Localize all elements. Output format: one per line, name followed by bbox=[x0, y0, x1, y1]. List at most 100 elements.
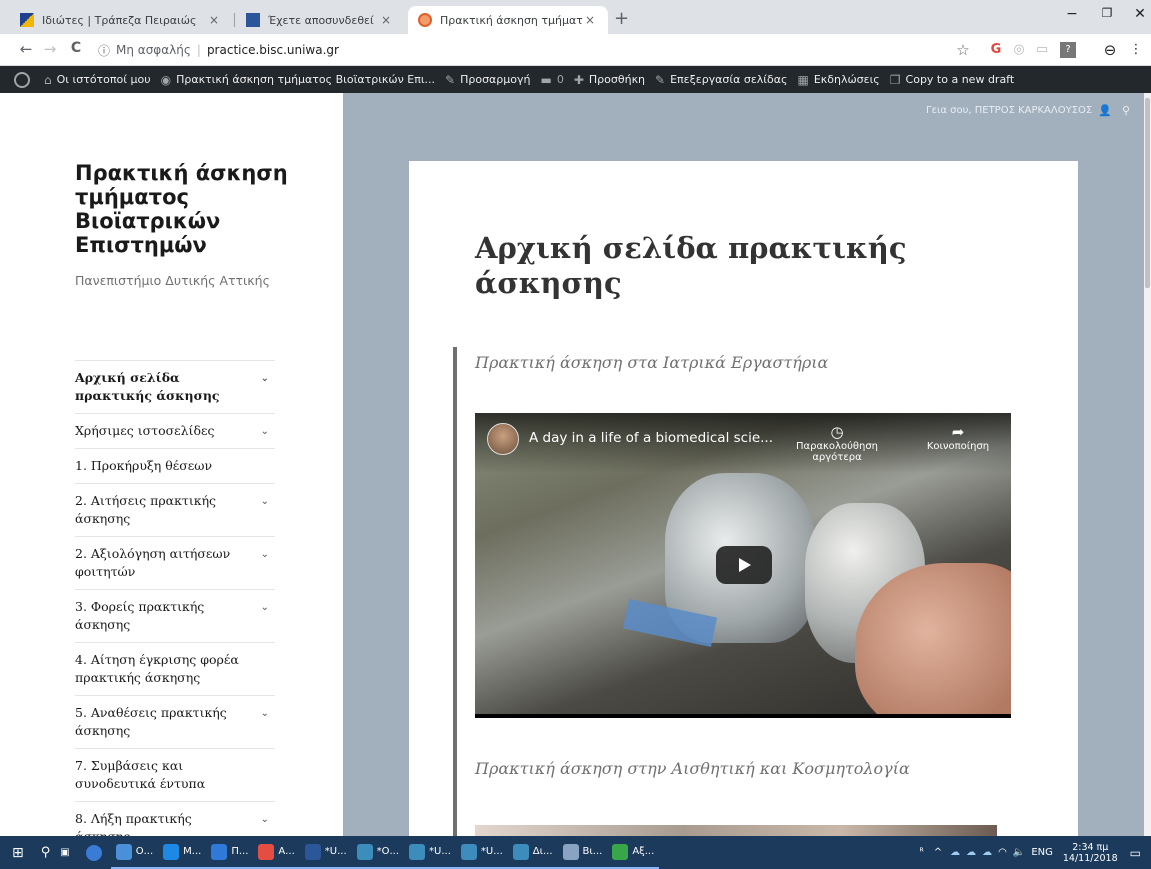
cloud-icon[interactable]: ☁ bbox=[950, 847, 960, 858]
video-title[interactable]: A day in a life of a biomedical scie... bbox=[529, 430, 773, 446]
taskbar-pinned-app[interactable] bbox=[81, 836, 111, 869]
chevron-up-icon[interactable]: ^ bbox=[934, 847, 942, 858]
tab-close-icon[interactable]: × bbox=[378, 13, 394, 27]
minimize-icon[interactable]: − bbox=[1062, 6, 1082, 22]
copy-draft-menu[interactable]: ❐ Copy to a new draft bbox=[890, 73, 1014, 87]
comments-menu[interactable]: ▬ 0 bbox=[541, 73, 564, 87]
extension-icon[interactable]: ◎ bbox=[1011, 42, 1027, 58]
watch-later-button[interactable]: ◷ Παρακολούθηση αργότερα bbox=[787, 423, 887, 463]
taskbar-app-label: Δι... bbox=[532, 846, 553, 857]
sidebar-menu-item[interactable]: 2. Αξιολόγηση αιτήσεων φοιτητών ⌄ bbox=[75, 537, 275, 590]
youtube-video-player[interactable]: A day in a life of a biomedical scie... … bbox=[475, 413, 1011, 718]
wp-logo-button[interactable] bbox=[10, 71, 30, 88]
chevron-down-icon[interactable]: ⌄ bbox=[261, 546, 269, 564]
tab-close-icon[interactable]: × bbox=[206, 13, 222, 27]
taskbar-app-button[interactable]: *Ο... bbox=[351, 836, 405, 869]
info-icon[interactable]: ⓘ bbox=[98, 42, 110, 59]
tab-logged-out[interactable]: Έχετε αποσυνδεθεί × bbox=[236, 6, 404, 34]
play-button[interactable] bbox=[716, 546, 772, 584]
back-arrow-icon[interactable]: ← bbox=[16, 40, 36, 58]
new-content-menu[interactable]: ✚ Προσθήκη bbox=[574, 73, 645, 87]
extension-icon[interactable]: G bbox=[988, 42, 1004, 58]
cloud-icon[interactable]: ☁ bbox=[966, 847, 976, 858]
sidebar-menu-label: 3. Φορείς πρακτικής άσκησης bbox=[75, 599, 205, 632]
my-sites-menu[interactable]: ⌂ Οι ιστότοποί μου bbox=[44, 73, 151, 87]
language-indicator[interactable]: ENG bbox=[1031, 847, 1053, 858]
tab-close-icon[interactable]: × bbox=[582, 13, 598, 27]
new-tab-button[interactable]: + bbox=[614, 10, 629, 28]
page-viewport: Γεια σου, ΠΕΤΡΟΣ ΚΑΡΚΑΛΟΥΣΟΣ 👤 ⚲ Πρακτικ… bbox=[0, 93, 1144, 836]
sidebar-menu-item[interactable]: Χρήσιμες ιστοσελίδες ⌄ bbox=[75, 414, 275, 449]
app-icon bbox=[258, 843, 275, 860]
taskbar-app-button[interactable]: Π... bbox=[206, 836, 254, 869]
extension-icon[interactable]: ▭ bbox=[1034, 42, 1050, 58]
sidebar-menu-item[interactable]: 8. Λήξη πρακτικής άσκησης ⌄ bbox=[75, 802, 275, 836]
site-menu[interactable]: ◉ Πρακτική άσκηση τμήματος Βιοϊατρικών Επ… bbox=[161, 73, 435, 87]
chevron-down-icon[interactable]: ⌄ bbox=[261, 493, 269, 511]
task-view-button[interactable]: ▣ bbox=[55, 836, 74, 869]
page-scrollbar[interactable] bbox=[1144, 93, 1151, 836]
people-icon[interactable]: ᴿ bbox=[919, 847, 923, 858]
sidebar-menu-label: 7. Συμβάσεις και συνοδευτικά έντυπα bbox=[75, 758, 206, 791]
chevron-down-icon[interactable]: ⌄ bbox=[261, 811, 269, 829]
taskbar-app-label: *U... bbox=[480, 846, 503, 857]
sidebar-menu-item[interactable]: 7. Συμβάσεις και συνοδευτικά έντυπα bbox=[75, 749, 275, 802]
sidebar-menu-item[interactable]: 2. Αιτήσεις πρακτικής άσκησης ⌄ bbox=[75, 484, 275, 537]
volume-icon[interactable]: 🔈 bbox=[1013, 847, 1025, 858]
sidebar-menu-item[interactable]: 1. Προκήρυξη θέσεων bbox=[75, 449, 275, 484]
taskbar-app-button[interactable]: Αξ... bbox=[607, 836, 660, 869]
sidebar-menu-item[interactable]: 3. Φορείς πρακτικής άσκησης ⌄ bbox=[75, 590, 275, 643]
customize-menu[interactable]: ✎ Προσαρμογή bbox=[445, 73, 530, 87]
notifications-icon[interactable]: ▭ bbox=[1130, 846, 1141, 860]
sidebar-menu-item[interactable]: Αρχική σελίδα πρακτικής άσκησης ⌄ bbox=[75, 361, 275, 414]
window-close-icon[interactable]: ✕ bbox=[1130, 6, 1150, 22]
channel-avatar[interactable] bbox=[487, 423, 519, 455]
user-greeting[interactable]: Γεια σου, ΠΕΤΡΟΣ ΚΑΡΚΑΛΟΥΣΟΣ 👤 ⚲ bbox=[926, 104, 1130, 117]
search-icon[interactable]: ⚲ bbox=[1122, 104, 1130, 117]
chevron-down-icon[interactable]: ⌄ bbox=[261, 705, 269, 723]
edit-page-menu[interactable]: ✎ Επεξεργασία σελίδας bbox=[655, 73, 787, 87]
sidebar-menu-item[interactable]: 5. Αναθέσεις πρακτικής άσκησης ⌄ bbox=[75, 696, 275, 749]
chevron-down-icon[interactable]: ⌄ bbox=[261, 370, 269, 388]
search-button[interactable]: ⚲ bbox=[36, 836, 56, 869]
taskbar-app-button[interactable]: Μ... bbox=[158, 836, 207, 869]
taskbar-app-button[interactable]: Ο... bbox=[110, 836, 159, 869]
taskbar-app-button[interactable]: *U... bbox=[299, 836, 352, 869]
omnibox-separator: | bbox=[196, 43, 201, 57]
play-icon bbox=[739, 558, 751, 572]
taskbar-app-button[interactable]: *U... bbox=[455, 836, 508, 869]
clock[interactable]: 2:34 πμ 14/11/2018 bbox=[1063, 842, 1118, 864]
site-title[interactable]: Πρακτική άσκηση τμήματος Βιοϊατρικών Επι… bbox=[75, 161, 295, 257]
site-favicon-icon bbox=[246, 13, 260, 27]
sidebar-menu: Αρχική σελίδα πρακτικής άσκησης ⌄ Χρήσιμες… bbox=[75, 360, 275, 836]
second-video-player[interactable] bbox=[475, 825, 997, 836]
maximize-icon[interactable]: ❐ bbox=[1097, 6, 1117, 20]
taskbar-app-button[interactable]: Δι... bbox=[507, 836, 558, 869]
cloud-icon[interactable]: ☁ bbox=[982, 847, 992, 858]
chrome-menu-icon[interactable]: ⋮ bbox=[1128, 42, 1144, 58]
chevron-down-icon[interactable]: ⌄ bbox=[261, 423, 269, 441]
start-button[interactable]: ⊞ bbox=[0, 836, 36, 869]
app-icon bbox=[409, 843, 426, 860]
taskbar-app-button[interactable]: Βι... bbox=[557, 836, 608, 869]
events-menu[interactable]: ▦ Εκδηλώσεις bbox=[797, 73, 879, 87]
tab-piraeus-bank[interactable]: Ιδιώτες | Τράπεζα Πειραιώς × bbox=[10, 6, 232, 34]
tab-practice-active[interactable]: Πρακτική άσκηση τμήματος Βιο × bbox=[408, 6, 608, 34]
chevron-down-icon[interactable]: ⌄ bbox=[261, 599, 269, 617]
reload-icon[interactable]: C bbox=[66, 40, 86, 56]
share-button[interactable]: ➦ Κοινοποίηση bbox=[908, 423, 1008, 452]
taskbar-app-label: Αξ... bbox=[632, 846, 655, 857]
wifi-icon[interactable]: ◠ bbox=[998, 847, 1007, 858]
sidebar-menu-item[interactable]: 4. Αίτηση έγκρισης φορέα πρακτικής άσκησ… bbox=[75, 643, 275, 696]
scrollbar-thumb[interactable] bbox=[1145, 98, 1150, 288]
extension-icon[interactable]: ? bbox=[1060, 42, 1076, 58]
taskbar-app-button[interactable]: *U... bbox=[404, 836, 456, 869]
windows-logo-icon: ⊞ bbox=[12, 844, 24, 861]
address-bar[interactable]: ⓘ Μη ασφαλής | practice.bisc.uniwa.gr bbox=[98, 38, 948, 62]
forward-arrow-icon[interactable]: → bbox=[40, 40, 60, 58]
taskbar-app-button[interactable]: Α... bbox=[253, 836, 300, 869]
bank-favicon-icon bbox=[20, 13, 34, 27]
wp-admin-bar: ⌂ Οι ιστότοποί μου ◉ Πρακτική άσκηση τμήμα… bbox=[0, 66, 1151, 93]
profile-icon[interactable]: ⊖ bbox=[1102, 42, 1118, 58]
bookmark-star-icon[interactable]: ☆ bbox=[955, 42, 971, 58]
